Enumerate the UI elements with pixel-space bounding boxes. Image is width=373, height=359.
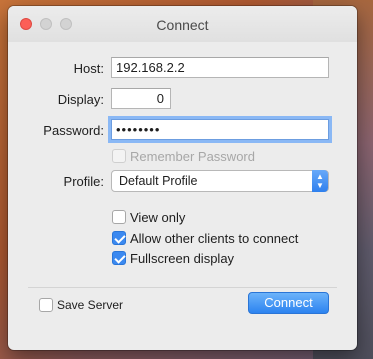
remember-password-label: Remember Password	[130, 149, 255, 164]
fullscreen-display-label: Fullscreen display	[130, 251, 235, 266]
display-label: Display:	[57, 92, 104, 107]
divider	[28, 287, 337, 288]
password-label: Password:	[43, 123, 104, 138]
host-label: Host:	[73, 61, 104, 76]
password-field[interactable]: ••••••••	[111, 119, 329, 140]
profile-select[interactable]: Default Profile ▲ ▼	[111, 170, 329, 192]
allow-other-clients-label: Allow other clients to connect	[130, 231, 299, 246]
view-only-checkbox[interactable]	[112, 210, 126, 224]
select-stepper-icon: ▲ ▼	[312, 170, 328, 192]
profile-label: Profile:	[63, 174, 104, 189]
save-server-label: Save Server	[57, 298, 124, 312]
title-bar: Connect	[8, 6, 357, 42]
remember-password-checkbox[interactable]	[112, 149, 126, 163]
fullscreen-display-checkbox[interactable]	[112, 251, 126, 265]
display-field[interactable]: 0	[111, 88, 171, 109]
allow-other-clients-checkbox[interactable]	[112, 231, 126, 245]
connect-dialog: Connect Host: 192.168.2.2 Display: 0 Pas…	[8, 6, 357, 350]
connect-button[interactable]: Connect	[248, 292, 329, 314]
host-field[interactable]: 192.168.2.2	[111, 57, 329, 78]
save-server-checkbox[interactable]	[39, 298, 53, 312]
view-only-label: View only	[130, 210, 186, 225]
window-title: Connect	[156, 17, 209, 33]
profile-select-value: Default Profile	[119, 174, 198, 188]
